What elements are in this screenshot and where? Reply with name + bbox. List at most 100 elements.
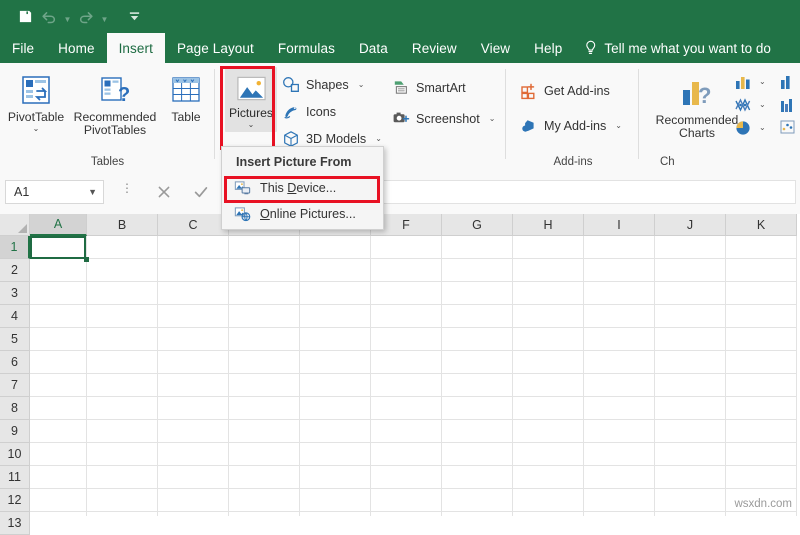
cell-G12[interactable] [442, 489, 513, 512]
tab-review[interactable]: Review [400, 33, 469, 63]
cell-J11[interactable] [655, 466, 726, 489]
cell-A7[interactable] [30, 374, 87, 397]
cell-A10[interactable] [30, 443, 87, 466]
cell-I13[interactable] [584, 512, 655, 516]
recommended-charts-button[interactable]: ? Recommended Charts [649, 69, 745, 140]
cell-C4[interactable] [158, 305, 229, 328]
cell-C2[interactable] [158, 259, 229, 282]
icons-button[interactable]: Icons [281, 100, 382, 123]
cell-C9[interactable] [158, 420, 229, 443]
cell-F4[interactable] [371, 305, 442, 328]
cell-F12[interactable] [371, 489, 442, 512]
cell-I6[interactable] [584, 351, 655, 374]
row-header-3[interactable]: 3 [0, 282, 30, 305]
cell-G11[interactable] [442, 466, 513, 489]
cell-I12[interactable] [584, 489, 655, 512]
cell-E12[interactable] [300, 489, 371, 512]
cell-B2[interactable] [87, 259, 158, 282]
cell-H2[interactable] [513, 259, 584, 282]
cell-J7[interactable] [655, 374, 726, 397]
cell-C5[interactable] [158, 328, 229, 351]
line-chart-button[interactable]: ⌄ [734, 96, 766, 113]
column-header-g[interactable]: G [442, 214, 513, 236]
cell-E10[interactable] [300, 443, 371, 466]
cell-J9[interactable] [655, 420, 726, 443]
cell-H5[interactable] [513, 328, 584, 351]
cell-C11[interactable] [158, 466, 229, 489]
cell-D8[interactable] [229, 397, 300, 420]
tab-data[interactable]: Data [347, 33, 400, 63]
name-box-dropdown-icon[interactable]: ▼ [88, 187, 97, 197]
cell-F11[interactable] [371, 466, 442, 489]
cell-A3[interactable] [30, 282, 87, 305]
cell-I5[interactable] [584, 328, 655, 351]
cell-D1[interactable] [229, 236, 300, 259]
screenshot-dropdown-icon[interactable]: ⌄ [489, 114, 496, 123]
smartart-button[interactable]: SmartArt [391, 76, 495, 99]
row-header-6[interactable]: 6 [0, 351, 30, 374]
cell-H8[interactable] [513, 397, 584, 420]
cell-K9[interactable] [726, 420, 797, 443]
cell-E1[interactable] [300, 236, 371, 259]
cell-B3[interactable] [87, 282, 158, 305]
cell-D13[interactable] [229, 512, 300, 516]
row-header-12[interactable]: 12 [0, 489, 30, 512]
cell-A9[interactable] [30, 420, 87, 443]
cell-H12[interactable] [513, 489, 584, 512]
row-header-1[interactable]: 1 [0, 236, 30, 259]
cell-A8[interactable] [30, 397, 87, 420]
cell-J6[interactable] [655, 351, 726, 374]
row-header-9[interactable]: 9 [0, 420, 30, 443]
cell-K10[interactable] [726, 443, 797, 466]
cell-J1[interactable] [655, 236, 726, 259]
undo-dropdown-icon[interactable]: ▼ [62, 5, 73, 29]
cell-D4[interactable] [229, 305, 300, 328]
cell-G3[interactable] [442, 282, 513, 305]
cell-D9[interactable] [229, 420, 300, 443]
cell-J2[interactable] [655, 259, 726, 282]
formula-bar-grip[interactable]: ⋮ [121, 182, 133, 194]
select-all-button[interactable] [0, 214, 30, 236]
cell-I3[interactable] [584, 282, 655, 305]
cell-G5[interactable] [442, 328, 513, 351]
cell-A5[interactable] [30, 328, 87, 351]
cell-E4[interactable] [300, 305, 371, 328]
tab-insert[interactable]: Insert [106, 33, 165, 63]
shapes-button[interactable]: Shapes ⌄ [281, 73, 382, 96]
cell-F2[interactable] [371, 259, 442, 282]
cell-E11[interactable] [300, 466, 371, 489]
cell-I11[interactable] [584, 466, 655, 489]
cell-A11[interactable] [30, 466, 87, 489]
cell-K3[interactable] [726, 282, 797, 305]
menu-item-online-pictures[interactable]: Online Pictures... [222, 201, 383, 227]
tab-view[interactable]: View [469, 33, 522, 63]
cell-G13[interactable] [442, 512, 513, 516]
cell-J12[interactable] [655, 489, 726, 512]
cell-D2[interactable] [229, 259, 300, 282]
cell-J3[interactable] [655, 282, 726, 305]
3d-models-dropdown-icon[interactable]: ⌄ [375, 134, 382, 143]
row-header-10[interactable]: 10 [0, 443, 30, 466]
cell-H3[interactable] [513, 282, 584, 305]
row-header-8[interactable]: 8 [0, 397, 30, 420]
name-box[interactable]: A1 ▼ [5, 180, 104, 204]
cell-C13[interactable] [158, 512, 229, 516]
cell-E6[interactable] [300, 351, 371, 374]
tab-file[interactable]: File [0, 33, 46, 63]
cell-F1[interactable] [371, 236, 442, 259]
tab-page-layout[interactable]: Page Layout [165, 33, 266, 63]
cell-H13[interactable] [513, 512, 584, 516]
row-header-11[interactable]: 11 [0, 466, 30, 489]
cell-A12[interactable] [30, 489, 87, 512]
cell-H4[interactable] [513, 305, 584, 328]
cell-H7[interactable] [513, 374, 584, 397]
cell-F5[interactable] [371, 328, 442, 351]
cell-D3[interactable] [229, 282, 300, 305]
cell-F8[interactable] [371, 397, 442, 420]
cancel-icon[interactable] [156, 184, 172, 200]
cell-F10[interactable] [371, 443, 442, 466]
cell-D6[interactable] [229, 351, 300, 374]
column-header-h[interactable]: H [513, 214, 584, 236]
cell-F3[interactable] [371, 282, 442, 305]
cell-C3[interactable] [158, 282, 229, 305]
